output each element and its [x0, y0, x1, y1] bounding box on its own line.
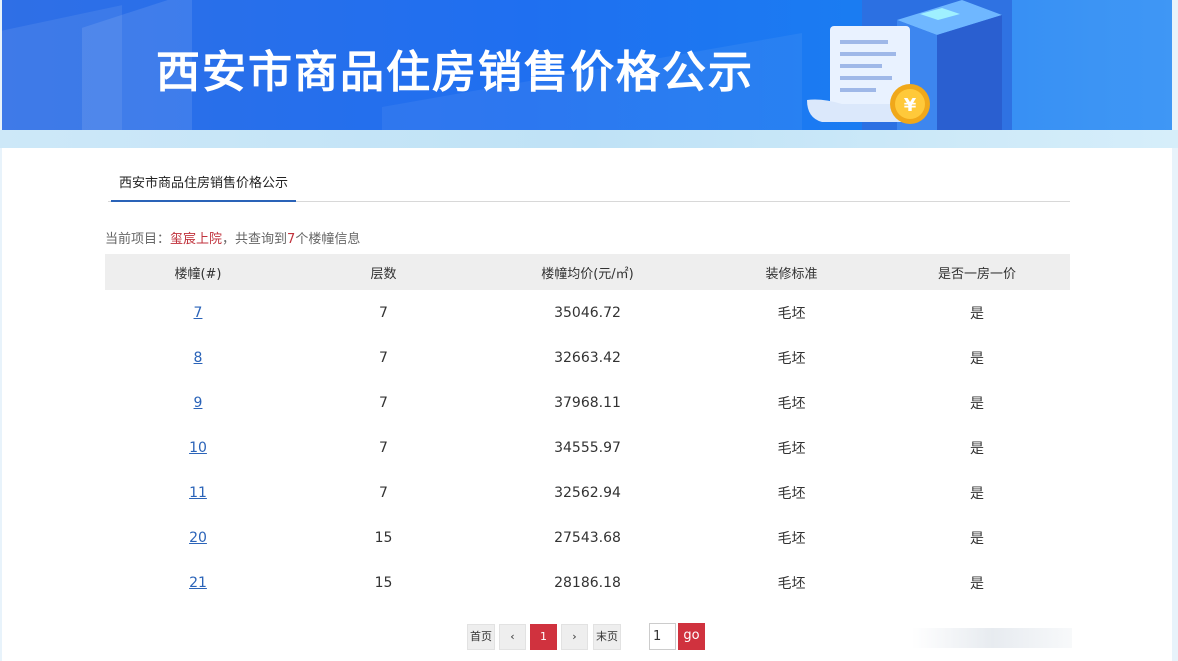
avg-price-cell: 32663.42 — [554, 349, 621, 366]
header-avg-price: 楼幢均价(元/㎡) — [476, 254, 699, 290]
next-page-button[interactable]: › — [561, 624, 588, 650]
header-one-price: 是否一房一价 — [884, 254, 1070, 290]
last-page-button[interactable]: 末页 — [593, 624, 621, 650]
content-panel: 西安市商品住房销售价格公示 当前项目：玺宸上院，共查询到7个楼幢信息 楼幢(#)… — [2, 148, 1172, 661]
decoration-cell: 毛坯 — [777, 575, 806, 592]
floors-cell: 7 — [379, 439, 388, 456]
table-row: 11 7 32562.94 毛坯 是 — [105, 470, 1070, 515]
decoration-cell: 毛坯 — [777, 305, 806, 322]
one-price-cell: 是 — [970, 485, 984, 502]
building-link[interactable]: 10 — [189, 440, 207, 456]
one-price-cell: 是 — [970, 575, 984, 592]
first-page-button[interactable]: 首页 — [467, 624, 495, 650]
go-button[interactable]: go — [678, 623, 705, 650]
table-row: 7 7 35046.72 毛坯 是 — [105, 290, 1070, 335]
banner-title: 西安市商品住房销售价格公示 — [156, 47, 754, 98]
table-row: 21 15 28186.18 毛坯 是 — [105, 560, 1070, 605]
one-price-cell: 是 — [970, 440, 984, 457]
building-link[interactable]: 9 — [194, 395, 203, 411]
floors-cell: 7 — [379, 304, 388, 321]
watermark-blur — [912, 628, 1072, 648]
project-name: 玺宸上院 — [170, 232, 223, 247]
table-row: 8 7 32663.42 毛坯 是 — [105, 335, 1070, 380]
header-floors: 层数 — [291, 254, 476, 290]
table-header-row: 楼幢(#) 层数 楼幢均价(元/㎡) 装修标准 是否一房一价 — [105, 254, 1070, 290]
avg-price-cell: 32562.94 — [554, 484, 621, 501]
coin-symbol: ¥ — [904, 95, 917, 116]
floors-cell: 7 — [379, 394, 388, 411]
decoration-cell: 毛坯 — [777, 530, 806, 547]
floors-cell: 15 — [374, 529, 393, 546]
building-price-table: 楼幢(#) 层数 楼幢均价(元/㎡) 装修标准 是否一房一价 7 7 35046… — [105, 254, 1070, 605]
table-row: 9 7 37968.11 毛坯 是 — [105, 380, 1070, 425]
avg-price-cell: 28186.18 — [554, 574, 621, 591]
header-banner: 西安市商品住房销售价格公示 ¥ — [2, 0, 1172, 130]
floors-cell: 7 — [379, 349, 388, 366]
avg-price-cell: 35046.72 — [554, 304, 621, 321]
building-link[interactable]: 21 — [189, 575, 207, 591]
decoration-cell: 毛坯 — [777, 350, 806, 367]
table-row: 10 7 34555.97 毛坯 是 — [105, 425, 1070, 470]
one-price-cell: 是 — [970, 395, 984, 412]
info-suffix: 个楼幢信息 — [295, 232, 361, 247]
info-prefix: 当前项目： — [105, 232, 171, 247]
floors-cell: 7 — [379, 484, 388, 501]
one-price-cell: 是 — [970, 530, 984, 547]
floors-cell: 15 — [374, 574, 393, 591]
building-link[interactable]: 11 — [189, 485, 207, 501]
building-link[interactable]: 7 — [194, 305, 203, 321]
decoration-cell: 毛坯 — [777, 440, 806, 457]
one-price-cell: 是 — [970, 350, 984, 367]
tab-price-announcement[interactable]: 西安市商品住房销售价格公示 — [111, 168, 297, 202]
info-middle: ，共查询到 — [222, 232, 288, 247]
prev-page-button[interactable]: ‹ — [499, 624, 526, 650]
avg-price-cell: 37968.11 — [554, 394, 621, 411]
decoration-cell: 毛坯 — [777, 485, 806, 502]
building-link[interactable]: 20 — [189, 530, 207, 546]
building-link[interactable]: 8 — [194, 350, 203, 366]
decoration-cell: 毛坯 — [777, 395, 806, 412]
page-1-button[interactable]: 1 — [530, 624, 557, 650]
table-row: 20 15 27543.68 毛坯 是 — [105, 515, 1070, 560]
avg-price-cell: 27543.68 — [554, 529, 621, 546]
header-building: 楼幢(#) — [105, 254, 291, 290]
banner-bottom-strip — [0, 130, 1178, 148]
one-price-cell: 是 — [970, 305, 984, 322]
avg-price-cell: 34555.97 — [554, 439, 621, 456]
document-building-illustration-icon: ¥ — [807, 0, 1012, 130]
tab-bar: 西安市商品住房销售价格公示 — [108, 168, 1070, 202]
page-number-input[interactable] — [649, 623, 676, 650]
project-info: 当前项目：玺宸上院，共查询到7个楼幢信息 — [105, 228, 360, 247]
header-decoration: 装修标准 — [699, 254, 884, 290]
